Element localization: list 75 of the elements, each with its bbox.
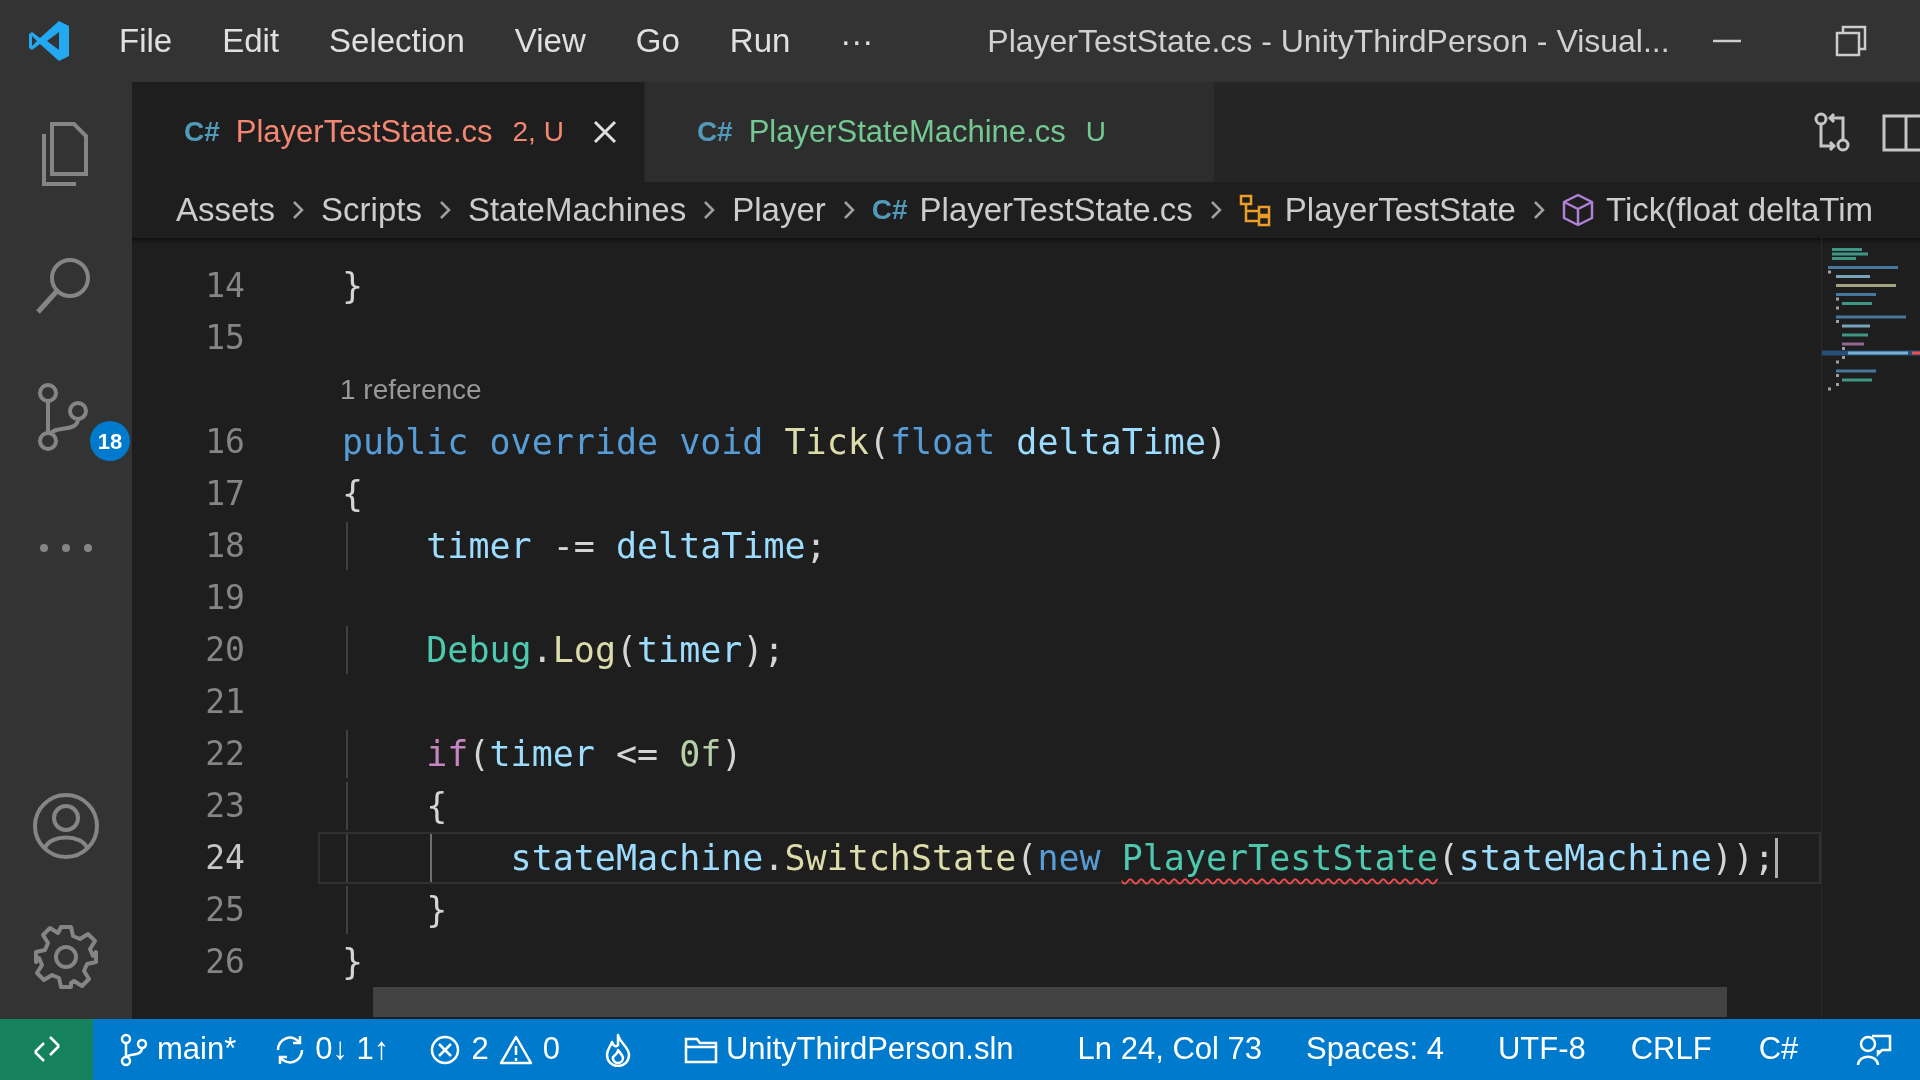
account-icon[interactable] [30,790,102,862]
restore-icon[interactable] [1833,24,1868,58]
solution-button[interactable]: UnityThirdPerson.sln [683,1019,1014,1080]
code-line: Debug.Log(timer); [425,628,785,672]
chevron-icon [1208,199,1223,221]
line-number: 15 [204,317,245,360]
line-number: 26 [204,941,245,984]
line-number: 17 [204,473,245,516]
code-line: timer -= deltaTime; [425,524,827,568]
editor-tab[interactable]: C# PlayerTestState.cs 2, U [132,82,645,182]
text-cursor [1774,838,1778,878]
csharp-file-icon: C# [871,189,908,231]
line-number: 21 [204,681,245,724]
menu-item[interactable]: Run [727,16,793,66]
split-editor-icon[interactable] [1882,112,1920,152]
line-number: 25 [204,889,245,932]
error-icon [429,1033,462,1066]
code-line: } [342,940,364,984]
line-number: 14 [204,265,245,308]
line-ending-button[interactable]: CRLF [1630,1019,1712,1080]
breadcrumb-item[interactable]: PlayerTestState.cs [919,185,1193,235]
cube-icon [1561,193,1594,227]
encoding-button[interactable]: UTF-8 [1497,1019,1586,1080]
tab-status: 2, U [512,115,564,149]
code-line: { [425,784,448,828]
language-button[interactable]: C# [1758,1019,1799,1080]
branch-button[interactable]: main* [119,1019,237,1080]
chevron-icon [1531,199,1546,221]
problems-button[interactable]: 2 0 [429,1019,560,1080]
editor-tab[interactable]: C# PlayerStateMachine.cs U [644,82,1215,182]
window-title: PlayerTestState.cs - UnityThirdPerson - Visual... [987,22,1670,61]
code-line: if(timer <= 0f) [425,732,743,776]
line-number: 23 [204,785,245,828]
indentation-button[interactable]: Spaces: 4 [1306,1019,1444,1080]
breadcrumb-item[interactable]: Scripts [321,185,422,235]
line-number: 24 [204,837,245,880]
close-icon[interactable] [591,119,618,145]
menu-item[interactable]: Edit [220,16,282,66]
codelens-link[interactable]: 1 reference [340,369,482,411]
menu-item[interactable]: View [512,16,588,66]
menu-item[interactable]: Go [633,16,682,66]
breadcrumb-item[interactable]: StateMachines [467,185,687,235]
menu-item[interactable]: ··· [838,16,876,66]
code-line: } [342,264,364,308]
breadcrumb-item[interactable]: Assets [176,185,276,235]
compare-changes-icon[interactable] [1812,110,1852,154]
line-number: 16 [204,421,245,464]
flame-icon[interactable] [603,1032,632,1067]
breadcrumb-item[interactable]: Tick(float deltaTim [1605,185,1874,235]
cursor-position[interactable]: Ln 24, Col 73 [1077,1019,1262,1080]
branch-icon [119,1032,149,1067]
chevron-icon [437,199,452,221]
chevron-icon [291,199,306,221]
sync-button[interactable]: 0↓ 1↑ [273,1019,390,1080]
csharp-file-icon: C# [696,111,733,153]
line-number: 20 [204,629,245,672]
breadcrumb-item[interactable]: PlayerTestState [1284,185,1516,235]
chevron-icon [841,199,856,221]
scrollbar-thumb[interactable] [373,987,1727,1017]
line-number: 22 [204,733,245,776]
notification-badge: 18 [90,421,130,461]
code-line: { [342,472,364,516]
warning-icon [498,1033,533,1066]
chevron-icon [702,199,717,221]
class-icon [1238,193,1273,227]
line-number: 19 [204,577,245,620]
tab-status: U [1085,115,1106,149]
code-line: public override void Tick(float deltaTime) [342,420,1228,464]
menu-item[interactable]: File [117,16,175,66]
line-number: 18 [204,525,245,568]
code-line: stateMachine.SwitchState(new PlayerTestState(stateMachine)); [509,836,1775,880]
breadcrumb-item[interactable]: Player [732,185,826,235]
csharp-file-icon: C# [184,111,220,153]
code-line: } [425,888,448,932]
menu-item[interactable]: Selection [327,16,467,66]
